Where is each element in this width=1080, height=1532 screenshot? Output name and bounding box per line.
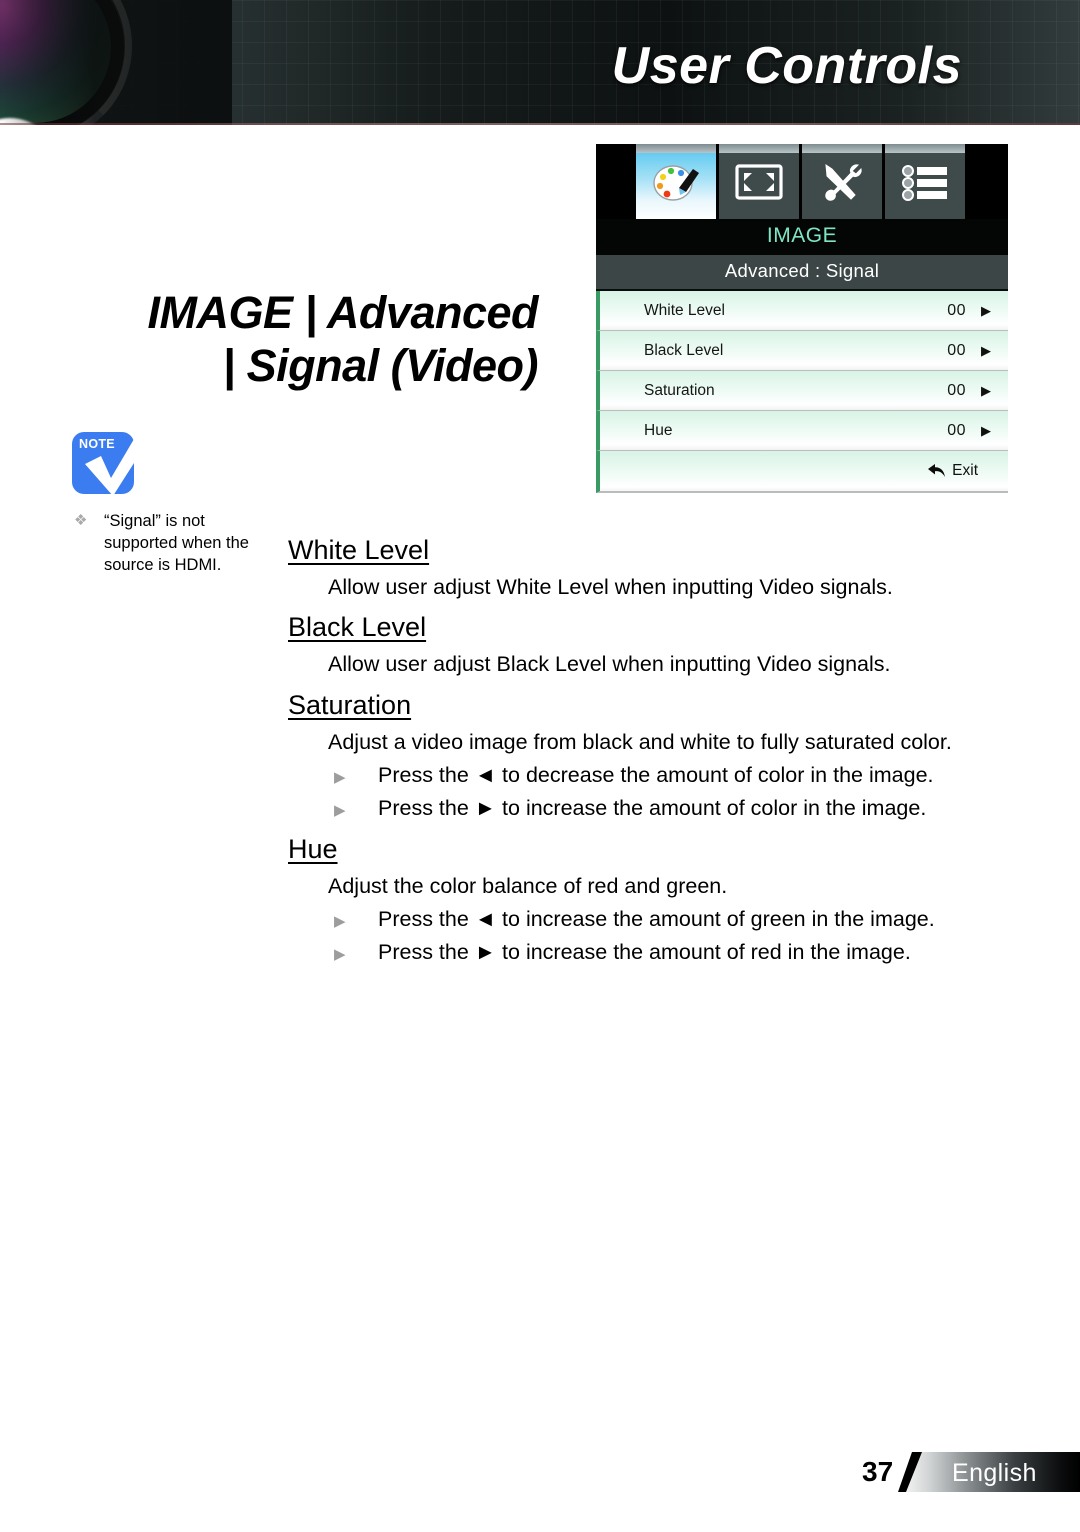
screen-icon xyxy=(734,162,784,207)
osd-subtitle-bar: Advanced : Signal xyxy=(596,255,1008,291)
osd-row-value: 00 xyxy=(947,421,966,439)
banner-title: User Controls xyxy=(611,37,962,95)
osd-row-black-level[interactable]: Black Level 00 ▶ xyxy=(596,331,1008,371)
camera-lens-graphic xyxy=(0,0,232,125)
osd-row-value: 00 xyxy=(947,341,966,359)
page-number: 37 xyxy=(862,1456,894,1487)
list-item: ▶ Press the ► to increase the amount of … xyxy=(334,938,1018,966)
note-bullet-icon: ❖ xyxy=(74,512,88,529)
note-text: “Signal” is not supported when the sourc… xyxy=(104,512,249,574)
osd-tab-bar xyxy=(596,144,1008,219)
note-text-row: ❖ “Signal” is not supported when the sou… xyxy=(74,510,282,576)
osd-row-white-level[interactable]: White Level 00 ▶ xyxy=(596,291,1008,331)
header-banner: User Controls xyxy=(0,0,1080,125)
list-item: ▶ Press the ► to increase the amount of … xyxy=(334,794,1018,822)
chevron-right-icon[interactable]: ▶ xyxy=(981,344,991,357)
note-checkmark-icon xyxy=(85,430,155,496)
note-badge-icon: Note xyxy=(72,430,155,496)
chevron-right-icon[interactable]: ▶ xyxy=(981,424,991,437)
triangle-bullet-icon: ▶ xyxy=(334,946,346,964)
section-heading-saturation: Saturation xyxy=(288,689,412,720)
section-heading-black-level: Black Level xyxy=(288,612,427,643)
options-list-icon xyxy=(899,162,951,207)
section-description-saturation: Adjust a video image from black and whit… xyxy=(328,729,952,754)
footer-language-label: English xyxy=(952,1459,1037,1487)
osd-tab-image[interactable] xyxy=(636,144,719,219)
section-description-black-level: Allow user adjust Black Level when input… xyxy=(328,652,891,677)
chevron-right-icon[interactable]: ▶ xyxy=(981,384,991,397)
osd-title-bar: IMAGE xyxy=(596,219,1008,255)
page-footer: 37 English xyxy=(862,1452,1080,1494)
osd-tab-display[interactable] xyxy=(719,144,802,219)
note-block: Note ❖ “Signal” is not supported when th… xyxy=(72,430,282,576)
list-item: ▶ Press the ◄ to increase the amount of … xyxy=(334,905,1018,933)
osd-title: IMAGE xyxy=(766,224,838,247)
back-arrow-icon xyxy=(926,463,946,479)
section-heading-white-level: White Level xyxy=(288,535,430,565)
chevron-right-icon[interactable]: ▶ xyxy=(981,304,991,317)
osd-exit-label: Exit xyxy=(952,462,978,479)
page-title-line-2: | Signal (Video) xyxy=(222,340,539,392)
osd-tab-options[interactable] xyxy=(885,144,968,219)
page-title-line-1: IMAGE | Advanced xyxy=(147,287,539,338)
page-title: IMAGE | Advanced | Signal (Video) xyxy=(98,286,539,392)
content-body: White Level Allow user adjust White Leve… xyxy=(288,534,1018,967)
osd-row-saturation[interactable]: Saturation 00 ▶ xyxy=(596,371,1008,411)
tools-icon xyxy=(817,161,867,208)
osd-row-label: Saturation xyxy=(644,381,715,399)
triangle-bullet-icon: ▶ xyxy=(334,802,346,820)
triangle-bullet-icon: ▶ xyxy=(334,913,346,930)
section-description-white-level: Allow user adjust White Level when input… xyxy=(328,574,893,599)
palette-icon xyxy=(649,160,703,209)
section-description-hue: Adjust the color balance of red and gree… xyxy=(328,873,728,898)
osd-tab-setup[interactable] xyxy=(802,144,885,219)
lens-fade-overlay xyxy=(2,0,232,125)
list-item-text: Press the ◄ to decrease the amount of co… xyxy=(378,762,934,787)
osd-row-label: Hue xyxy=(644,421,673,439)
triangle-bullet-icon: ▶ xyxy=(334,768,346,786)
osd-menu: IMAGE Advanced : Signal White Level 00 ▶… xyxy=(596,144,1008,493)
list-item-text: Press the ◄ to increase the amount of gr… xyxy=(378,907,935,931)
osd-row-hue[interactable]: Hue 00 ▶ xyxy=(596,411,1008,451)
osd-row-label: White Level xyxy=(644,301,725,319)
osd-row-value: 00 xyxy=(947,301,966,319)
list-item-text: Press the ► to increase the amount of co… xyxy=(378,796,927,821)
section-heading-hue: Hue xyxy=(288,833,338,864)
osd-row-label: Black Level xyxy=(644,341,724,359)
osd-row-value: 00 xyxy=(947,381,966,399)
list-item-text: Press the ► to increase the amount of re… xyxy=(378,940,911,965)
osd-subtitle: Advanced : Signal xyxy=(724,260,880,281)
list-item: ▶ Press the ◄ to decrease the amount of … xyxy=(334,761,1018,789)
osd-exit-row[interactable]: Exit xyxy=(596,451,1008,493)
